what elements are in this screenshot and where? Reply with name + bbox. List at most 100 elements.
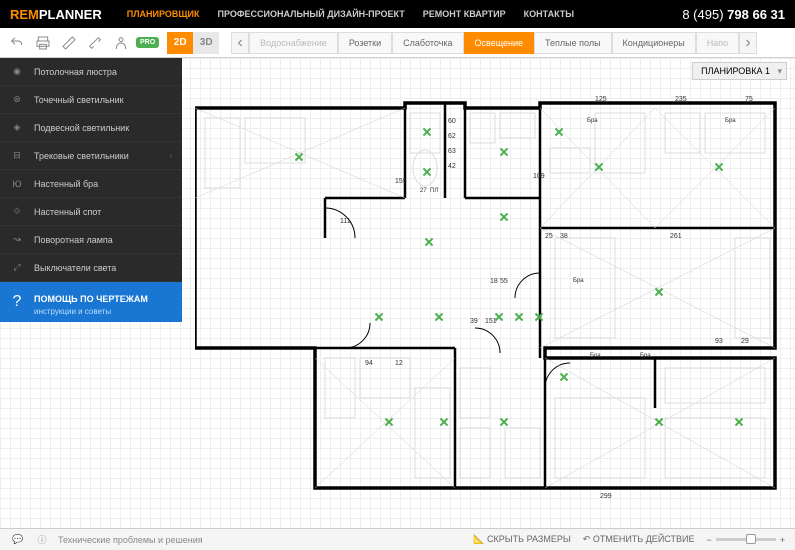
sidebar-label: Подвесной светильник <box>34 123 129 133</box>
tool-swivel[interactable]: ↝ Поворотная лампа <box>0 226 182 254</box>
light-fixture[interactable] <box>385 418 393 426</box>
sidebar-label: Точечный светильник <box>34 95 124 105</box>
nav-repair[interactable]: РЕМОНТ КВАРТИР <box>423 9 506 19</box>
tool-spotlight[interactable]: ⊛Точечный светильник <box>0 86 182 114</box>
zoom-out[interactable]: − <box>706 535 711 545</box>
help-button[interactable]: ? ПОМОЩЬ ПО ЧЕРТЕЖАМ инструкции и советы <box>0 282 182 322</box>
sidebar-label: Трековые светильники <box>34 151 129 161</box>
dimension-label: 125 <box>595 96 607 103</box>
undo-button[interactable]: ↶ ОТМЕНИТЬ ДЕЙСТВИЕ <box>583 534 695 545</box>
chevron-right-icon: › <box>169 151 172 160</box>
light-fixture[interactable] <box>655 418 663 426</box>
light-fixture[interactable] <box>295 153 303 161</box>
light-fixture[interactable] <box>655 288 663 296</box>
chat-icon[interactable]: 💬 <box>10 532 26 548</box>
dimension-label: ПЛ <box>430 188 438 194</box>
tool-switches[interactable]: ⤢ Выключатели света <box>0 254 182 282</box>
layer-lowcurrent[interactable]: Слаботочка <box>392 32 463 54</box>
zoom-slider[interactable] <box>716 538 776 541</box>
view-toggle: 2D 3D <box>167 32 219 54</box>
person-icon[interactable] <box>110 32 132 54</box>
light-fixture[interactable] <box>555 128 563 136</box>
light-fixture[interactable] <box>423 168 431 176</box>
logo-planner: PLANNER <box>39 7 102 22</box>
main-nav: ПЛАНИРОВЩИК ПРОФЕССИОНАЛЬНЫЙ ДИЗАЙН-ПРОЕ… <box>127 9 683 19</box>
info-icon[interactable]: ⓘ <box>34 532 50 548</box>
dimension-label: 75 <box>745 96 753 103</box>
light-fixture[interactable] <box>515 313 523 321</box>
light-fixture[interactable] <box>560 373 568 381</box>
dimension-label: 27 <box>420 188 427 194</box>
layer-more[interactable]: Напо <box>696 32 739 54</box>
sidebar-label: Поворотная лампа <box>34 235 113 245</box>
swivel-icon: ↝ <box>10 233 24 247</box>
tool-track[interactable]: ⊟ Трековые светильники › <box>0 142 182 170</box>
tech-problems-link[interactable]: Технические проблемы и решения <box>58 535 203 545</box>
light-fixture[interactable] <box>425 238 433 246</box>
header: REMPLANNER ПЛАНИРОВЩИК ПРОФЕССИОНАЛЬНЫЙ … <box>0 0 795 28</box>
dimension-label: 109 <box>533 173 545 180</box>
dimension-label: 29 <box>741 338 749 345</box>
track-icon: ⊟ <box>10 149 24 163</box>
nav-design[interactable]: ПРОФЕССИОНАЛЬНЫЙ ДИЗАЙН-ПРОЕКТ <box>218 9 405 19</box>
light-fixture[interactable] <box>500 418 508 426</box>
ruler-icon[interactable] <box>58 32 80 54</box>
sidebar-label: Выключатели света <box>34 263 116 273</box>
dimension-label: 42 <box>448 163 456 170</box>
layer-water[interactable]: Водоснабжение <box>249 32 338 54</box>
layer-next[interactable]: › <box>739 32 757 54</box>
dimension-label: 18 <box>490 278 498 285</box>
help-icon: ? <box>10 295 24 309</box>
layer-prev[interactable]: ‹ <box>231 32 249 54</box>
floorplan[interactable]: 125235751556062634227ПЛ10911125381855261… <box>195 98 785 523</box>
light-fixture[interactable] <box>435 313 443 321</box>
dimension-label: Бра <box>587 118 598 124</box>
zoom-in[interactable]: + <box>780 535 785 545</box>
layer-floors[interactable]: Теплые полы <box>534 32 612 54</box>
dimension-label: 63 <box>448 148 456 155</box>
layer-lighting[interactable]: Освещение <box>464 32 535 54</box>
nav-planner[interactable]: ПЛАНИРОВЩИК <box>127 9 200 19</box>
dimension-label: 60 <box>448 118 456 125</box>
help-title: ПОМОЩЬ ПО ЧЕРТЕЖАМ <box>34 294 148 304</box>
dimension-label: 12 <box>395 360 403 367</box>
sidebar: ◉Потолочная люстра ⊛Точечный светильник … <box>0 58 182 322</box>
light-fixture[interactable] <box>423 128 431 136</box>
tools-icon[interactable] <box>84 32 106 54</box>
light-fixture[interactable] <box>535 313 543 321</box>
help-sub: инструкции и советы <box>34 307 148 316</box>
dimension-label: Бра <box>725 118 736 124</box>
tool-sconce[interactable]: ЮНастенный бра <box>0 170 182 198</box>
pro-badge[interactable]: PRO <box>136 37 159 48</box>
layer-ac[interactable]: Кондиционеры <box>612 32 696 54</box>
sidebar-label: Потолочная люстра <box>34 67 117 77</box>
light-fixture[interactable] <box>735 418 743 426</box>
light-fixture[interactable] <box>375 313 383 321</box>
tool-wallspot[interactable]: ⟐Настенный спот <box>0 198 182 226</box>
logo[interactable]: REMPLANNER <box>10 7 102 22</box>
view-3d[interactable]: 3D <box>193 32 219 54</box>
tool-pendant[interactable]: ◈Подвесной светильник <box>0 114 182 142</box>
light-fixture[interactable] <box>440 418 448 426</box>
floorplan-svg <box>195 98 785 518</box>
undo-icon[interactable] <box>6 32 28 54</box>
hide-sizes-button[interactable]: 📐 СКРЫТЬ РАЗМЕРЫ <box>473 534 571 545</box>
view-2d[interactable]: 2D <box>167 32 193 54</box>
dimension-label: 151 <box>485 318 497 325</box>
tool-ceiling-chandelier[interactable]: ◉Потолочная люстра <box>0 58 182 86</box>
dimension-label: 55 <box>500 278 508 285</box>
light-fixture[interactable] <box>715 163 723 171</box>
nav-contacts[interactable]: КОНТАКТЫ <box>524 9 574 19</box>
light-fixture[interactable] <box>595 163 603 171</box>
dimension-label: 111 <box>340 218 351 225</box>
layout-dropdown[interactable]: ПЛАНИРОВКА 1 <box>692 62 787 80</box>
zoom-control: − + <box>706 535 785 545</box>
footer: 💬 ⓘ Технические проблемы и решения 📐 СКР… <box>0 528 795 550</box>
logo-rem: REM <box>10 7 39 22</box>
dimension-label: 94 <box>365 360 373 367</box>
light-fixture[interactable] <box>500 148 508 156</box>
layer-sockets[interactable]: Розетки <box>338 32 392 54</box>
print-icon[interactable] <box>32 32 54 54</box>
light-fixture[interactable] <box>500 213 508 221</box>
switch-icon: ⤢ <box>10 261 24 275</box>
